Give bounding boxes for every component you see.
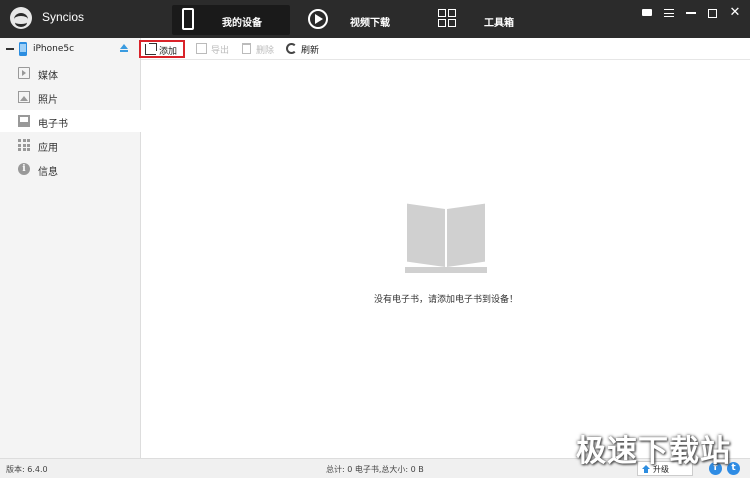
app-title: Syncios [42,10,85,24]
iphone-icon [19,42,27,56]
syncios-logo-icon [10,7,32,29]
add-button[interactable]: 添加 [139,40,185,58]
sidebar-item-messages[interactable]: i 信息 [0,158,141,180]
sidebar-item-label: 媒体 [38,71,58,82]
export-icon [196,43,207,54]
add-button-label: 添加 [159,47,178,57]
tab-my-device-label: 我的设备 [222,18,262,29]
version-text: 版本: 6.4.0 [6,465,48,474]
apps-icon [18,139,30,151]
refresh-button-label: 刷新 [301,46,320,56]
export-button[interactable]: 导出 [191,40,231,58]
empty-message: 没有电子书，请添加电子书到设备！ [373,295,518,305]
maximize-icon[interactable] [706,6,720,20]
sidebar: iPhone5c 媒体 照片 电子书 应用 i 信息 [0,38,142,458]
toolbox-icon [438,9,458,29]
close-icon[interactable]: ✕ [728,6,742,20]
trash-icon [242,43,251,54]
export-button-label: 导出 [211,46,230,56]
eject-icon[interactable] [120,44,128,52]
watermark: 极速下载站 [576,434,731,469]
book-icon [405,203,487,273]
summary-text: 总计: 0 电子书,总大小: 0 B [326,465,424,474]
ebook-icon [18,115,30,127]
info-icon: i [18,163,30,175]
sidebar-item-label: 电子书 [38,119,68,130]
photo-icon [18,91,30,103]
tab-video-download-label: 视频下载 [350,18,390,29]
tab-toolbox[interactable]: 工具箱 [432,5,532,35]
tab-toolbox-label: 工具箱 [484,18,514,29]
sidebar-item-photos[interactable]: 照片 [0,86,141,108]
refresh-icon [286,43,297,54]
sidebar-item-label: 照片 [38,95,58,106]
play-icon [308,9,328,29]
sidebar-item-media[interactable]: 媒体 [0,62,141,84]
minimize-icon[interactable] [684,6,698,20]
device-row[interactable]: iPhone5c [0,38,141,60]
collapse-icon[interactable] [6,48,14,50]
tab-my-device[interactable]: 我的设备 [172,5,290,35]
sidebar-item-ebooks[interactable]: 电子书 [0,110,142,132]
menu-icon[interactable] [662,6,676,20]
media-icon [18,67,30,79]
refresh-button[interactable]: 刷新 [281,40,321,58]
title-bar: Syncios 我的设备 视频下载 工具箱 ✕ [0,0,750,38]
phone-icon [182,8,194,30]
sidebar-item-label: 信息 [38,167,58,178]
ebook-content-area: 没有电子书，请添加电子书到设备！ [142,61,750,458]
delete-button-label: 删除 [256,46,275,56]
tab-video-download[interactable]: 视频下载 [300,5,410,35]
device-name: iPhone5c [33,44,75,54]
chat-icon[interactable] [640,6,654,20]
toolbar: 添加 导出 删除 刷新 [139,38,750,60]
sidebar-item-apps[interactable]: 应用 [0,134,141,156]
add-icon [145,43,157,55]
sidebar-item-label: 应用 [38,143,58,154]
delete-button[interactable]: 删除 [236,40,276,58]
